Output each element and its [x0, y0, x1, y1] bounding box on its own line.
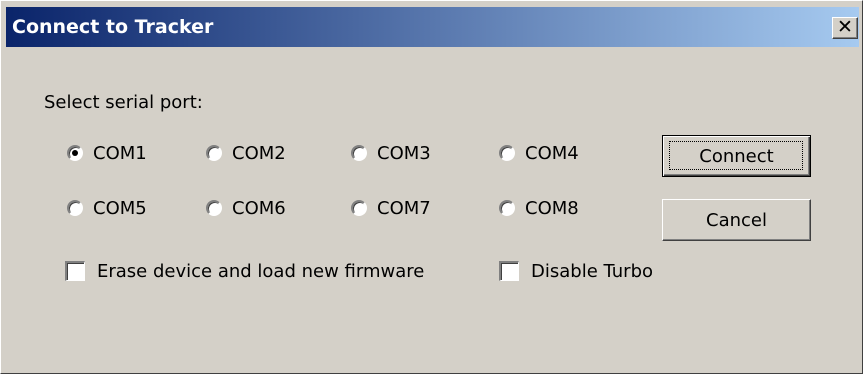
radio-com1[interactable]: COM1 — [67, 141, 147, 165]
checkbox-label: Erase device and load new firmware — [97, 260, 425, 282]
radio-button[interactable] — [67, 145, 83, 161]
connect-button-label: Connect — [699, 145, 774, 167]
radio-com5[interactable]: COM5 — [67, 196, 147, 220]
serial-port-label: Select serial port: — [44, 92, 203, 113]
radio-button[interactable] — [499, 200, 515, 216]
checkbox-box[interactable] — [65, 261, 85, 281]
radio-button[interactable] — [351, 145, 367, 161]
radio-label: COM6 — [232, 197, 286, 219]
radio-label: COM7 — [377, 197, 431, 219]
radio-label: COM3 — [377, 142, 431, 164]
connect-dialog: Connect to Tracker ✕ Select serial port:… — [0, 0, 863, 374]
radio-button[interactable] — [206, 145, 222, 161]
checkbox-box[interactable] — [499, 261, 519, 281]
title-bar[interactable]: Connect to Tracker ✕ — [6, 7, 859, 47]
close-icon: ✕ — [837, 16, 853, 38]
radio-label: COM2 — [232, 142, 286, 164]
radio-com2[interactable]: COM2 — [206, 141, 286, 165]
radio-button[interactable] — [67, 200, 83, 216]
connect-button[interactable]: Connect — [662, 135, 811, 177]
radio-com7[interactable]: COM7 — [351, 196, 431, 220]
radio-button[interactable] — [499, 145, 515, 161]
radio-com6[interactable]: COM6 — [206, 196, 286, 220]
radio-button[interactable] — [206, 200, 222, 216]
close-button[interactable]: ✕ — [832, 17, 858, 39]
radio-com3[interactable]: COM3 — [351, 141, 431, 165]
cancel-button[interactable]: Cancel — [662, 199, 811, 241]
radio-label: COM4 — [525, 142, 579, 164]
erase-firmware-checkbox[interactable]: Erase device and load new firmware — [65, 258, 424, 284]
checkbox-label: Disable Turbo — [531, 260, 654, 282]
radio-com4[interactable]: COM4 — [499, 141, 579, 165]
cancel-button-label: Cancel — [706, 209, 767, 231]
window-title: Connect to Tracker — [12, 16, 214, 38]
radio-com8[interactable]: COM8 — [499, 196, 579, 220]
radio-dot — [72, 150, 78, 156]
radio-button[interactable] — [351, 200, 367, 216]
radio-label: COM1 — [93, 142, 147, 164]
radio-label: COM5 — [93, 197, 147, 219]
radio-label: COM8 — [525, 197, 579, 219]
disable-turbo-checkbox[interactable]: Disable Turbo — [499, 258, 653, 284]
